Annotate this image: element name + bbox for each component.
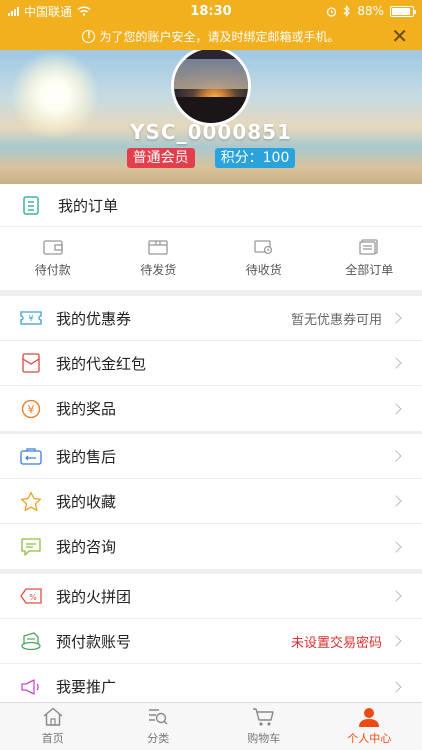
prepay-account-label: 预付款账号	[56, 632, 132, 651]
favorites-row[interactable]: 我的收藏	[0, 479, 422, 524]
bluetooth-icon	[343, 5, 351, 17]
clipboard-icon	[20, 194, 42, 216]
chevron-right-icon	[390, 402, 402, 415]
order-status-label: 待发货	[140, 262, 177, 277]
coupons-row[interactable]: ¥ 我的优惠券 暂无优惠券可用	[0, 296, 422, 341]
service-group: 我的售后 我的收藏 我的咨询	[0, 434, 422, 569]
coupons-status: 暂无优惠券可用	[290, 312, 382, 328]
list-icon	[359, 238, 378, 255]
after-sale-label: 我的售后	[56, 447, 117, 466]
alarm-icon	[327, 6, 337, 17]
tab-label: 分类	[147, 732, 170, 745]
home-icon	[43, 707, 63, 726]
chevron-right-icon	[390, 312, 402, 324]
user-icon	[359, 708, 380, 727]
promote-row[interactable]: 我要推广	[0, 664, 422, 702]
chevron-right-icon	[390, 540, 402, 553]
carrier-name: 中国联通	[24, 4, 73, 19]
tab-cart[interactable]: 购物车	[211, 703, 317, 750]
red-envelope-label: 我的代金红包	[56, 354, 147, 373]
box-icon	[148, 239, 168, 255]
red-envelope-row[interactable]: 我的代金红包	[0, 341, 422, 386]
security-notice[interactable]: ! 为了您的账户安全，请及时绑定邮箱或手机。 ✕	[0, 22, 422, 50]
prizes-row[interactable]: ¥ 我的奖品	[0, 386, 422, 431]
tab-category[interactable]: 分类	[106, 703, 212, 750]
clock: 18:30	[190, 3, 232, 19]
wallet-icon	[43, 239, 63, 255]
chevron-right-icon	[390, 590, 402, 602]
close-icon[interactable]: ✕	[391, 26, 408, 46]
notice-text: 为了您的账户安全，请及时绑定邮箱或手机。	[99, 29, 340, 44]
inquiries-row[interactable]: 我的咨询	[0, 524, 422, 569]
chevron-right-icon	[390, 495, 402, 507]
after-sale-row[interactable]: 我的售后	[0, 434, 422, 479]
account-group: % 我的火拼团 预付款账号 未设置交易密码 我要推广	[0, 574, 422, 702]
prepay-account-row[interactable]: 预付款账号 未设置交易密码	[0, 619, 422, 664]
order-status-label: 待收货	[245, 262, 282, 277]
chat-icon	[20, 536, 42, 558]
after-sale-icon	[20, 445, 42, 467]
tab-label: 购物车	[247, 732, 281, 745]
group-buy-label: 我的火拼团	[56, 587, 132, 606]
coupons-label: 我的优惠券	[56, 309, 132, 328]
category-icon	[149, 709, 168, 725]
svg-text:¥: ¥	[28, 403, 35, 416]
order-status-label: 全部订单	[345, 262, 394, 277]
chevron-right-icon	[390, 680, 402, 693]
battery-percent: 88%	[357, 4, 384, 18]
trade-password-status: 未设置交易密码	[290, 635, 382, 651]
order-pending-shipment[interactable]: 待发货	[106, 227, 212, 289]
cart-icon	[252, 708, 274, 726]
chevron-right-icon	[390, 635, 402, 647]
tab-label: 首页	[41, 732, 64, 745]
my-orders-row[interactable]: 我的订单	[0, 184, 422, 227]
order-status-label: 待付款	[34, 262, 71, 277]
avatar[interactable]	[171, 50, 251, 126]
status-bar: 中国联通 18:30 88%	[0, 0, 422, 22]
my-orders-title: 我的订单	[58, 196, 119, 215]
orders-section: 我的订单 待付款 待发货 待收货 全部订单	[0, 184, 422, 290]
svg-text:%: %	[29, 593, 37, 602]
chevron-right-icon	[390, 450, 402, 462]
tab-profile[interactable]: 个人中心	[317, 703, 422, 750]
truck-icon	[254, 239, 272, 254]
inquiries-label: 我的咨询	[56, 538, 117, 556]
order-pending-receipt[interactable]: 待收货	[211, 227, 317, 289]
red-envelope-icon	[20, 352, 42, 374]
group-buy-row[interactable]: % 我的火拼团	[0, 574, 422, 619]
order-pending-payment[interactable]: 待付款	[0, 227, 106, 289]
svg-text:¥: ¥	[28, 314, 33, 323]
bottom-tab-bar: 首页 分类 购物车 个人中心	[0, 702, 422, 750]
prizes-label: 我的奖品	[56, 400, 117, 418]
profile-header: YSC_0000851 普通会员 积分：100	[0, 50, 422, 184]
order-all[interactable]: 全部订单	[317, 227, 422, 289]
benefits-group: ¥ 我的优惠券 暂无优惠券可用 我的代金红包 ¥ 我的奖品	[0, 296, 422, 431]
group-buy-icon: %	[20, 585, 42, 607]
tab-label: 个人中心	[347, 732, 392, 745]
favorites-label: 我的收藏	[56, 492, 117, 511]
prepay-icon	[20, 630, 42, 652]
prize-icon: ¥	[20, 398, 42, 420]
signal-icon	[8, 6, 19, 16]
username: YSC_0000851	[130, 120, 292, 144]
member-level-badge: 普通会员	[126, 148, 195, 168]
points-badge[interactable]: 积分：100	[214, 148, 296, 168]
promote-label: 我要推广	[56, 678, 117, 696]
chevron-right-icon	[390, 357, 402, 369]
tab-home[interactable]: 首页	[0, 703, 106, 750]
wifi-icon	[77, 6, 91, 16]
coupon-icon: ¥	[20, 307, 42, 329]
info-icon: !	[82, 29, 96, 43]
promote-icon	[20, 676, 42, 698]
star-icon	[20, 490, 42, 512]
battery-icon	[390, 5, 416, 17]
